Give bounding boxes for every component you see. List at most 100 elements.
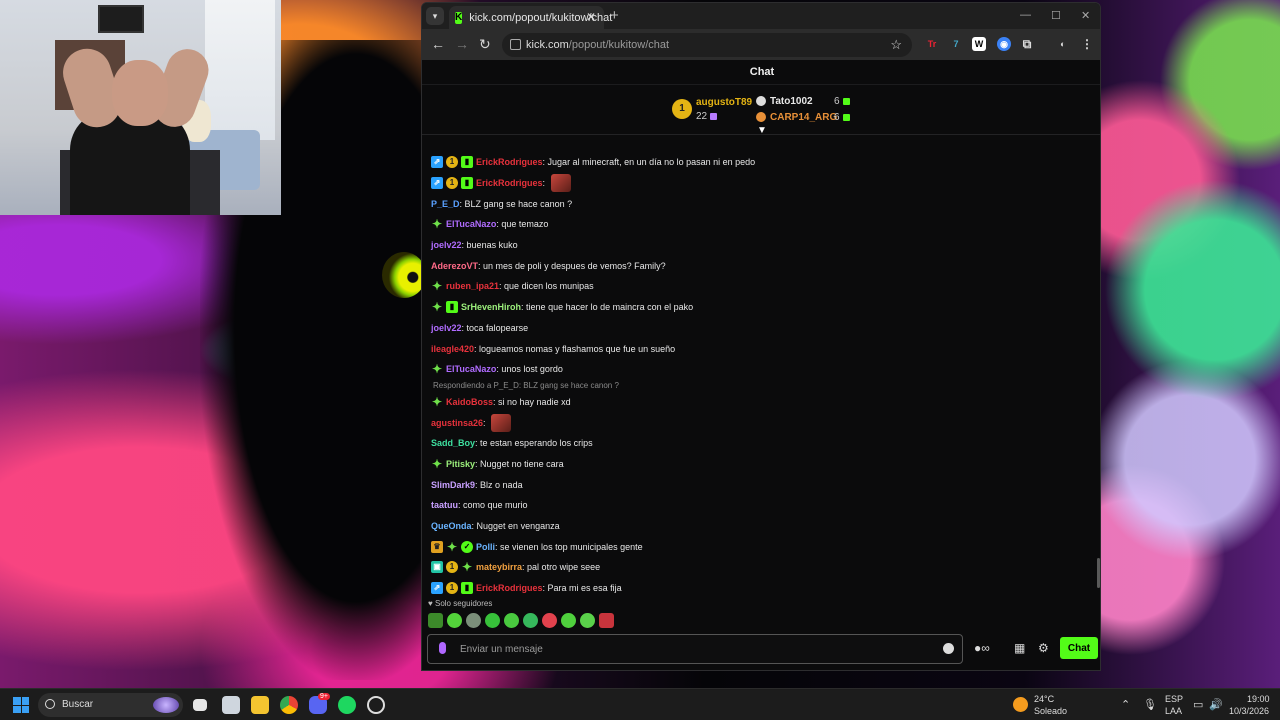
obs-icon[interactable] <box>367 696 385 714</box>
language-top[interactable]: ESP <box>1165 694 1183 704</box>
chat-username[interactable]: ErickRodrigues <box>476 157 543 167</box>
chat-message[interactable]: taatuu: como que murio <box>431 495 1091 516</box>
clock-date[interactable]: 10/3/2026 <box>1229 706 1269 716</box>
chat-message[interactable]: ✦ ruben_ipa21: que dicen los munipas <box>431 276 1091 297</box>
emote-icon[interactable] <box>485 613 500 628</box>
tab-close-icon[interactable]: ✕ <box>586 10 596 24</box>
chat-message[interactable]: AderezoVT: un mes de poli y despues de v… <box>431 255 1091 276</box>
chat-username[interactable]: P_E_D <box>431 199 460 209</box>
chat-message[interactable]: ✦ ElTucaNazo: unos lost gordo <box>431 359 1091 380</box>
chevron-up-icon[interactable]: ⌃ <box>1121 698 1130 711</box>
chat-username[interactable]: KaidoBoss <box>446 397 493 407</box>
reply-context[interactable]: Respondiendo a P_E_D: BLZ gang se hace c… <box>431 380 1091 392</box>
back-icon[interactable]: ← <box>431 36 445 52</box>
forward-icon[interactable]: → <box>455 36 469 52</box>
chat-username[interactable]: ElTucaNazo <box>446 364 496 374</box>
address-bar[interactable]: kick.com/popout/kukitow/chat ☆ <box>502 33 912 57</box>
kicks-icon[interactable]: ●∞ <box>974 641 990 655</box>
taskbar-search[interactable]: Buscar <box>38 693 183 717</box>
task-view-icon[interactable] <box>193 699 207 711</box>
chat-username[interactable]: ruben_ipa21 <box>446 281 499 291</box>
chat-username[interactable]: Pitisky <box>446 459 475 469</box>
minimize-icon[interactable]: — <box>1020 9 1031 21</box>
emote-icon[interactable] <box>561 613 576 628</box>
chat-username[interactable]: SlimDark9 <box>431 480 475 490</box>
chat-message[interactable]: ✦ ElTucaNazo: que temazo <box>431 214 1091 235</box>
chat-message-input[interactable] <box>427 634 963 664</box>
site-info-icon[interactable] <box>510 39 521 50</box>
emote-icon[interactable] <box>504 613 519 628</box>
chrome-icon[interactable] <box>280 696 298 714</box>
chat-message[interactable]: ileagle420: logueamos nomas y flashamos … <box>431 338 1091 359</box>
collapse-leaderboard-icon[interactable]: ▼ <box>757 125 767 136</box>
start-icon[interactable] <box>13 697 29 713</box>
new-tab-button[interactable]: + <box>610 7 619 24</box>
chat-username[interactable]: ElTucaNazo <box>446 219 496 229</box>
emote-icon[interactable] <box>447 613 462 628</box>
file-explorer-gallery-icon[interactable] <box>222 696 240 714</box>
network-icon[interactable]: ▭ <box>1193 698 1203 711</box>
chat-username[interactable]: ileagle420 <box>431 344 474 354</box>
leaderboard-name[interactable]: Tato1002 <box>770 96 813 107</box>
chat-username[interactable]: Sadd_Boy <box>431 438 475 448</box>
chat-username[interactable]: agustinsa26 <box>431 418 483 428</box>
leaderboard-name[interactable]: CARP14_ARG <box>770 112 837 123</box>
chat-message[interactable]: ⇗ 1 ▮ ErickRodrigues: Para mi es esa fija <box>431 578 1091 599</box>
chat-message[interactable]: joelv22: toca falopearse <box>431 318 1091 339</box>
bookmark-star-icon[interactable]: ☆ <box>890 37 902 53</box>
chat-username[interactable]: ErickRodrigues <box>476 178 543 188</box>
emote-icon[interactable] <box>542 613 557 628</box>
emote-icon[interactable] <box>523 613 538 628</box>
extension-w-icon[interactable]: W <box>972 37 986 51</box>
extension-red-icon[interactable]: Tr <box>925 37 939 51</box>
chat-username[interactable]: joelv22 <box>431 240 462 250</box>
browser-menu-icon[interactable]: ⋮ <box>1080 37 1094 51</box>
chat-username[interactable]: SrHevenHiroh <box>461 302 521 312</box>
chat-message[interactable]: ✦ Pitisky: Nugget no tiene cara <box>431 454 1091 475</box>
emote-icon[interactable] <box>428 613 443 628</box>
chat-message[interactable]: ✦ ▮ SrHevenHiroh: tiene que hacer lo de ma… <box>431 297 1091 318</box>
chat-username[interactable]: QueOnda <box>431 521 472 531</box>
chat-message[interactable]: QueOnda: Nugget en venganza <box>431 516 1091 537</box>
emote-icon[interactable] <box>599 613 614 628</box>
chat-message[interactable]: joelv22: buenas kuko <box>431 235 1091 256</box>
chat-username[interactable]: taatuu <box>431 500 458 510</box>
maximize-icon[interactable]: ☐ <box>1051 9 1061 22</box>
extension-translate-icon[interactable]: 7 <box>949 37 963 51</box>
chat-message[interactable]: agustinsa26: <box>431 412 1091 433</box>
leaderboard-name[interactable]: augustoT89 <box>696 97 752 108</box>
emote-icon[interactable] <box>580 613 595 628</box>
chat-username[interactable]: joelv22 <box>431 323 462 333</box>
extension-blue-icon[interactable]: ◉ <box>997 37 1011 51</box>
send-chat-button[interactable]: Chat <box>1060 637 1098 659</box>
chat-message[interactable]: ⇗ 1 ▮ ErickRodrigues: <box>431 173 1091 194</box>
store-icon[interactable]: ▦ <box>1014 641 1025 655</box>
language-bottom[interactable]: LAA <box>1165 706 1182 716</box>
chat-message[interactable]: Sadd_Boy: te estan esperando los crips <box>431 433 1091 454</box>
chat-message[interactable]: ♛ ✦ ✓ Polli: se vienen los top municipales … <box>431 536 1091 557</box>
weather-sun-icon[interactable] <box>1013 697 1028 712</box>
chat-message[interactable]: P_E_D: BLZ gang se hace canon ? <box>431 193 1091 214</box>
emoji-picker-icon[interactable] <box>943 643 954 654</box>
spotify-icon[interactable] <box>338 696 356 714</box>
chat-scrollbar[interactable] <box>1097 558 1100 588</box>
chat-message[interactable]: ✦ KaidoBoss: si no hay nadie xd <box>431 392 1091 413</box>
emote-icon[interactable] <box>466 613 481 628</box>
clock-time[interactable]: 19:00 <box>1247 694 1270 704</box>
chat-username[interactable]: mateybirra <box>476 562 522 572</box>
chat-username[interactable]: Polli <box>476 542 495 552</box>
microphone-icon[interactable]: 🎙 <box>1143 698 1157 711</box>
chat-username[interactable]: AderezoVT <box>431 261 478 271</box>
settings-gear-icon[interactable]: ⚙ <box>1038 641 1049 655</box>
chat-message[interactable]: SlimDark9: Blz o nada <box>431 474 1091 495</box>
profile-icon[interactable]: ◐ <box>1056 37 1070 51</box>
browser-tab[interactable]: K kick.com/popout/kukitow/chat ✕ <box>449 6 612 29</box>
tab-search-button[interactable]: ▾ <box>426 7 444 25</box>
volume-icon[interactable]: 🔊 <box>1209 698 1223 711</box>
extensions-puzzle-icon[interactable]: ⧉ <box>1020 37 1034 51</box>
chat-username[interactable]: ErickRodrigues <box>476 583 543 593</box>
close-window-icon[interactable]: ✕ <box>1081 9 1090 22</box>
chat-message[interactable]: ▣ 1 ✦ mateybirra: pal otro wipe seee <box>431 557 1091 578</box>
mic-icon[interactable] <box>439 642 446 654</box>
folder-icon[interactable] <box>251 696 269 714</box>
